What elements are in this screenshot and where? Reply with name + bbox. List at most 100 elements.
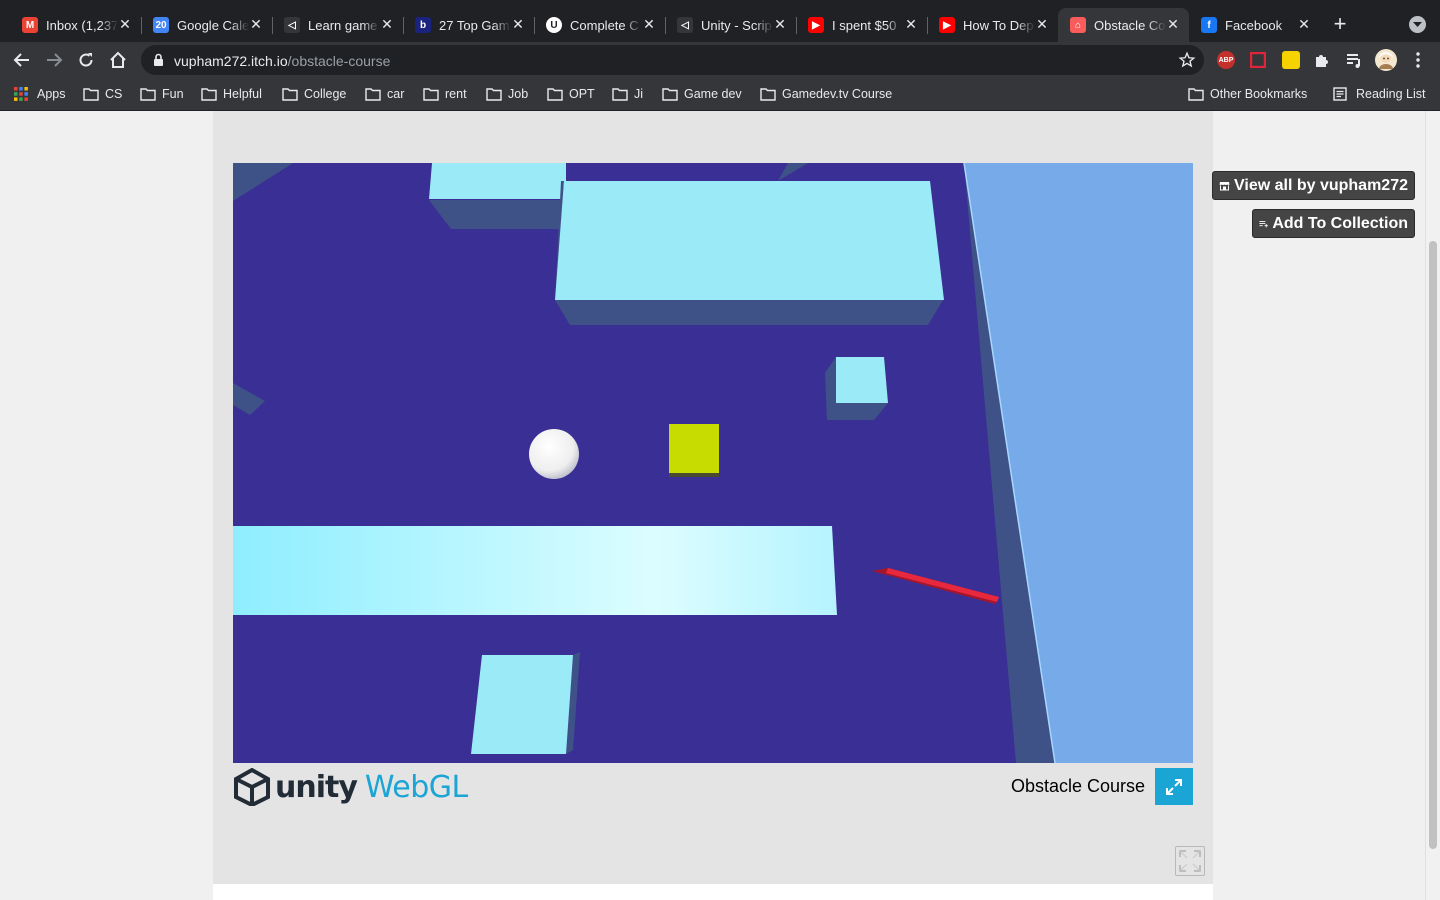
yellow-extension-icon[interactable] [1282,51,1300,69]
bookmark-folder[interactable]: Ji [612,86,643,102]
new-tab-button[interactable]: + [1329,13,1351,36]
folder-icon [201,87,217,101]
obstacle-block-side [429,200,566,229]
home-button[interactable] [106,48,130,72]
kebab-menu-icon [1416,52,1420,68]
media-controls-button[interactable] [1342,48,1366,72]
tab-title: Complete C [570,17,642,33]
url-host: vupham272.itch.io [174,53,288,69]
bookmark-folder[interactable]: College [282,86,346,102]
bookmark-label: CS [105,87,123,101]
obstacle-block [471,655,573,754]
bookmark-star-icon[interactable] [1178,51,1196,69]
tab-title: Facebook [1225,17,1297,33]
browser-tab[interactable]: ◁ Unity - Scrip ✕ [665,8,797,42]
browser-menu-button[interactable] [1406,48,1430,72]
goal-block-shadow [669,473,719,477]
folder-icon [282,87,298,101]
tab-title: Unity - Scrip [701,17,773,33]
bookmark-label: OPT [569,87,595,101]
adblock-extension-icon[interactable]: ABP [1217,51,1235,69]
bookmark-folder[interactable]: rent [423,86,467,102]
yellow-goal-block [669,424,719,473]
itch-fullscreen-button[interactable] [1175,846,1205,876]
tab-close-icon[interactable]: ✕ [772,16,788,32]
tab-close-icon[interactable]: ✕ [117,16,133,32]
obstacle-cube [836,357,888,403]
bookmarks-bar: Apps CS Fun Helpful College car rent Job OPT Ji G… [0,78,1440,111]
add-collection-label: Add To Collection [1272,214,1408,232]
browser-tab[interactable]: M Inbox (1,237 ✕ [10,8,142,42]
browser-tab[interactable]: ▶ How To Dep ✕ [927,8,1058,42]
itch-icon: ⌂ [1070,17,1086,33]
youtube-icon: ▶ [808,17,824,33]
folder-icon [83,87,99,101]
extensions-button[interactable] [1310,48,1334,72]
tab-close-icon[interactable]: ✕ [1296,16,1312,32]
browser-tab[interactable]: f Facebook ✕ [1189,8,1320,42]
view-all-by-author-button[interactable]: View all by vupham272 [1212,171,1415,200]
bookmark-folder[interactable]: car [365,86,404,102]
calendar-icon: 20 [153,17,169,33]
bookmark-label: car [387,87,405,101]
browser-tab[interactable]: ▶ I spent $50 ✕ [796,8,928,42]
bookmark-folder[interactable]: Job [486,86,528,102]
bookmark-folder[interactable]: Game dev [662,86,742,102]
browser-tab-strip: M Inbox (1,237 ✕ 20 Google Cale ✕ ◁ Learn game ✕… [0,0,1440,42]
tab-close-icon[interactable]: ✕ [1165,16,1181,32]
bookmark-folder[interactable]: CS [83,86,122,102]
fullscreen-icon [1179,850,1201,872]
tab-title: How To Dep [963,17,1035,33]
bookmark-label: Fun [162,87,184,101]
bookmark-folder[interactable]: Helpful [201,86,262,102]
red-square-icon [1250,52,1266,68]
tab-search-button[interactable] [1409,16,1426,33]
unity-cube-icon [234,768,270,806]
profile-avatar[interactable] [1374,48,1398,72]
reading-list[interactable]: Reading List [1333,86,1426,102]
tab-close-icon[interactable]: ✕ [903,16,919,32]
folder-icon [486,87,502,101]
fullscreen-button[interactable] [1155,768,1193,805]
bookmark-label: College [304,87,347,101]
view-all-label: View all by vupham272 [1233,176,1408,194]
browser-tab[interactable]: ⌂ Obstacle Co ✕ [1058,8,1189,42]
unity-game-canvas[interactable] [233,163,1193,763]
bookmark-folder[interactable]: Fun [140,86,184,102]
puzzle-icon [1316,55,1328,67]
bookmark-label: Game dev [684,87,742,101]
address-bar[interactable]: vupham272.itch.io/obstacle-course [141,45,1204,75]
adblock-label: ABP [1218,56,1234,64]
browser-tab[interactable]: b 27 Top Gam ✕ [403,8,535,42]
tab-title: I spent $50 [832,17,904,33]
page-scrollbar[interactable] [1425,111,1440,900]
tab-close-icon[interactable]: ✕ [641,16,657,32]
reload-button[interactable] [74,48,98,72]
forward-arrow-icon [47,53,63,67]
bookmark-folder[interactable]: Gamedev.tv Course [760,86,892,102]
back-button[interactable] [10,48,34,72]
lock-icon [154,53,163,66]
game-scene [233,163,1193,763]
tab-close-icon[interactable]: ✕ [379,16,395,32]
browser-tab[interactable]: ◁ Learn game ✕ [272,8,404,42]
scrollbar-thumb[interactable] [1429,241,1437,849]
tab-close-icon[interactable]: ✕ [1034,16,1050,32]
reading-list-icon [1333,87,1347,101]
browser-tab[interactable]: U Complete C ✕ [534,8,666,42]
browser-toolbar: vupham272.itch.io/obstacle-course ABP [0,42,1440,78]
red-square-extension-icon[interactable] [1249,51,1267,69]
build-title: Obstacle Course [1010,776,1145,796]
chevron-down-icon [1413,21,1422,27]
bookmark-apps[interactable]: Apps [14,86,66,102]
forward-button[interactable] [42,48,66,72]
other-bookmarks[interactable]: Other Bookmarks [1188,86,1307,102]
tab-close-icon[interactable]: ✕ [510,16,526,32]
udemy-icon: U [546,17,562,33]
tab-close-icon[interactable]: ✕ [248,16,264,32]
other-bookmarks-label: Other Bookmarks [1210,87,1308,101]
tab-title: Obstacle Co [1094,17,1166,33]
add-to-collection-button[interactable]: Add To Collection [1252,209,1415,238]
browser-tab[interactable]: 20 Google Cale ✕ [141,8,273,42]
bookmark-folder[interactable]: OPT [547,86,595,102]
